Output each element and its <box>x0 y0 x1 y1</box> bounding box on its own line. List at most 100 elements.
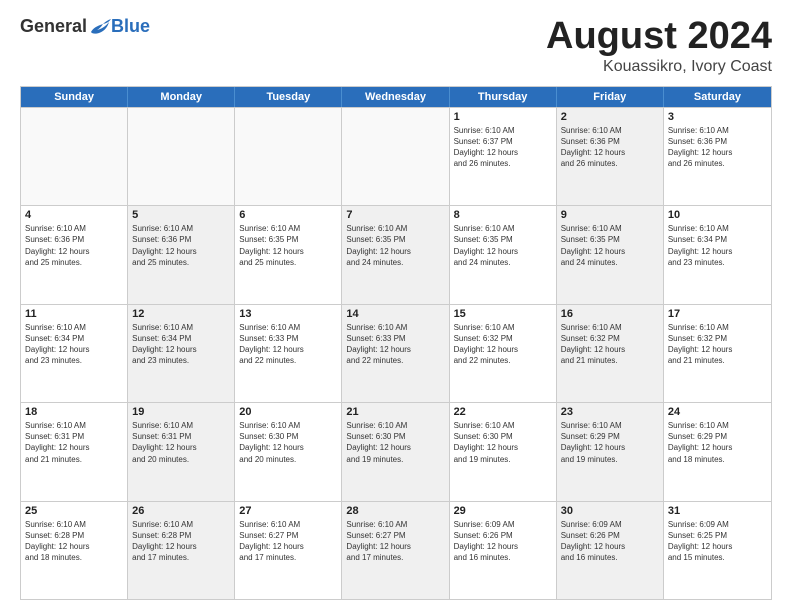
calendar-cell: 22 Sunrise: 6:10 AM Sunset: 6:30 PM Dayli… <box>450 403 557 500</box>
header: General Blue August 2024 Kouassikro, Ivo… <box>20 16 772 76</box>
weekday-header: Sunday <box>21 87 128 107</box>
day-info: Sunrise: 6:10 AM Sunset: 6:35 PM Dayligh… <box>561 223 659 268</box>
day-number: 27 <box>239 505 337 517</box>
subtitle: Kouassikro, Ivory Coast <box>546 58 772 76</box>
calendar-cell: 30 Sunrise: 6:09 AM Sunset: 6:26 PM Dayli… <box>557 502 664 599</box>
calendar-cell: 29 Sunrise: 6:09 AM Sunset: 6:26 PM Dayli… <box>450 502 557 599</box>
day-info: Sunrise: 6:10 AM Sunset: 6:29 PM Dayligh… <box>668 420 767 465</box>
weekday-header: Monday <box>128 87 235 107</box>
day-info: Sunrise: 6:09 AM Sunset: 6:26 PM Dayligh… <box>561 519 659 564</box>
day-number: 7 <box>346 209 444 221</box>
logo-general: General <box>20 16 87 37</box>
day-number: 23 <box>561 406 659 418</box>
logo-bird-icon <box>89 18 111 36</box>
calendar-cell: 8 Sunrise: 6:10 AM Sunset: 6:35 PM Daylig… <box>450 206 557 303</box>
day-info: Sunrise: 6:10 AM Sunset: 6:34 PM Dayligh… <box>132 322 230 367</box>
day-info: Sunrise: 6:10 AM Sunset: 6:30 PM Dayligh… <box>346 420 444 465</box>
calendar-cell: 17 Sunrise: 6:10 AM Sunset: 6:32 PM Dayli… <box>664 305 771 402</box>
day-info: Sunrise: 6:10 AM Sunset: 6:30 PM Dayligh… <box>239 420 337 465</box>
calendar-cell: 5Sunrise: 6:10 AM Sunset: 6:36 PM Daylig… <box>128 206 235 303</box>
day-number: 8 <box>454 209 552 221</box>
day-number: 20 <box>239 406 337 418</box>
calendar-cell: 1 Sunrise: 6:10 AM Sunset: 6:37 PM Daylig… <box>450 108 557 205</box>
calendar-cell: 12Sunrise: 6:10 AM Sunset: 6:34 PM Dayli… <box>128 305 235 402</box>
day-info: Sunrise: 6:10 AM Sunset: 6:32 PM Dayligh… <box>454 322 552 367</box>
calendar-body: 1 Sunrise: 6:10 AM Sunset: 6:37 PM Daylig… <box>21 107 771 599</box>
day-info: Sunrise: 6:10 AM Sunset: 6:34 PM Dayligh… <box>668 223 767 268</box>
day-info: Sunrise: 6:10 AM Sunset: 6:32 PM Dayligh… <box>668 322 767 367</box>
calendar-cell: 20 Sunrise: 6:10 AM Sunset: 6:30 PM Dayli… <box>235 403 342 500</box>
calendar-week: 18 Sunrise: 6:10 AM Sunset: 6:31 PM Dayli… <box>21 402 771 500</box>
day-info: Sunrise: 6:10 AM Sunset: 6:33 PM Dayligh… <box>346 322 444 367</box>
calendar-week: 11 Sunrise: 6:10 AM Sunset: 6:34 PM Dayli… <box>21 304 771 402</box>
calendar-cell: 16Sunrise: 6:10 AM Sunset: 6:32 PM Dayli… <box>557 305 664 402</box>
day-info: Sunrise: 6:09 AM Sunset: 6:25 PM Dayligh… <box>668 519 767 564</box>
calendar-cell <box>342 108 449 205</box>
day-number: 2 <box>561 111 659 123</box>
calendar-cell: 13Sunrise: 6:10 AM Sunset: 6:33 PM Dayli… <box>235 305 342 402</box>
day-number: 18 <box>25 406 123 418</box>
weekday-header: Wednesday <box>342 87 449 107</box>
calendar-cell: 15 Sunrise: 6:10 AM Sunset: 6:32 PM Dayli… <box>450 305 557 402</box>
calendar-cell: 31Sunrise: 6:09 AM Sunset: 6:25 PM Dayli… <box>664 502 771 599</box>
day-number: 24 <box>668 406 767 418</box>
day-info: Sunrise: 6:10 AM Sunset: 6:35 PM Dayligh… <box>346 223 444 268</box>
calendar-cell: 21 Sunrise: 6:10 AM Sunset: 6:30 PM Dayli… <box>342 403 449 500</box>
day-info: Sunrise: 6:10 AM Sunset: 6:31 PM Dayligh… <box>25 420 123 465</box>
day-number: 17 <box>668 308 767 320</box>
calendar-cell: 6 Sunrise: 6:10 AM Sunset: 6:35 PM Daylig… <box>235 206 342 303</box>
calendar-cell: 3 Sunrise: 6:10 AM Sunset: 6:36 PM Daylig… <box>664 108 771 205</box>
day-info: Sunrise: 6:10 AM Sunset: 6:30 PM Dayligh… <box>454 420 552 465</box>
calendar-header: SundayMondayTuesdayWednesdayThursdayFrid… <box>21 87 771 107</box>
day-number: 6 <box>239 209 337 221</box>
day-number: 21 <box>346 406 444 418</box>
day-info: Sunrise: 6:10 AM Sunset: 6:31 PM Dayligh… <box>132 420 230 465</box>
day-info: Sunrise: 6:10 AM Sunset: 6:35 PM Dayligh… <box>454 223 552 268</box>
day-number: 19 <box>132 406 230 418</box>
calendar-cell: 25Sunrise: 6:10 AM Sunset: 6:28 PM Dayli… <box>21 502 128 599</box>
day-number: 9 <box>561 209 659 221</box>
day-info: Sunrise: 6:09 AM Sunset: 6:26 PM Dayligh… <box>454 519 552 564</box>
title-section: August 2024 Kouassikro, Ivory Coast <box>546 16 772 76</box>
day-info: Sunrise: 6:10 AM Sunset: 6:36 PM Dayligh… <box>561 125 659 170</box>
calendar-cell: 27 Sunrise: 6:10 AM Sunset: 6:27 PM Dayli… <box>235 502 342 599</box>
day-number: 15 <box>454 308 552 320</box>
day-info: Sunrise: 6:10 AM Sunset: 6:36 PM Dayligh… <box>25 223 123 268</box>
calendar-cell: 24 Sunrise: 6:10 AM Sunset: 6:29 PM Dayli… <box>664 403 771 500</box>
calendar-cell: 19 Sunrise: 6:10 AM Sunset: 6:31 PM Dayli… <box>128 403 235 500</box>
day-number: 3 <box>668 111 767 123</box>
main-title: August 2024 <box>546 16 772 58</box>
day-info: Sunrise: 6:10 AM Sunset: 6:27 PM Dayligh… <box>346 519 444 564</box>
calendar-cell <box>128 108 235 205</box>
day-number: 13 <box>239 308 337 320</box>
logo: General Blue <box>20 16 150 37</box>
day-number: 1 <box>454 111 552 123</box>
day-number: 22 <box>454 406 552 418</box>
weekday-header: Thursday <box>450 87 557 107</box>
calendar-cell <box>21 108 128 205</box>
calendar-cell: 18 Sunrise: 6:10 AM Sunset: 6:31 PM Dayli… <box>21 403 128 500</box>
day-number: 25 <box>25 505 123 517</box>
calendar-week: 25Sunrise: 6:10 AM Sunset: 6:28 PM Dayli… <box>21 501 771 599</box>
day-number: 28 <box>346 505 444 517</box>
calendar-cell: 4Sunrise: 6:10 AM Sunset: 6:36 PM Daylig… <box>21 206 128 303</box>
day-info: Sunrise: 6:10 AM Sunset: 6:36 PM Dayligh… <box>668 125 767 170</box>
day-info: Sunrise: 6:10 AM Sunset: 6:37 PM Dayligh… <box>454 125 552 170</box>
day-info: Sunrise: 6:10 AM Sunset: 6:35 PM Dayligh… <box>239 223 337 268</box>
calendar-week: 1 Sunrise: 6:10 AM Sunset: 6:37 PM Daylig… <box>21 107 771 205</box>
calendar-cell: 23Sunrise: 6:10 AM Sunset: 6:29 PM Dayli… <box>557 403 664 500</box>
weekday-header: Saturday <box>664 87 771 107</box>
calendar-cell: 26Sunrise: 6:10 AM Sunset: 6:28 PM Dayli… <box>128 502 235 599</box>
day-number: 29 <box>454 505 552 517</box>
calendar-cell: 14Sunrise: 6:10 AM Sunset: 6:33 PM Dayli… <box>342 305 449 402</box>
day-number: 11 <box>25 308 123 320</box>
day-info: Sunrise: 6:10 AM Sunset: 6:27 PM Dayligh… <box>239 519 337 564</box>
day-number: 26 <box>132 505 230 517</box>
day-number: 30 <box>561 505 659 517</box>
calendar-cell: 7 Sunrise: 6:10 AM Sunset: 6:35 PM Daylig… <box>342 206 449 303</box>
calendar-cell: 28 Sunrise: 6:10 AM Sunset: 6:27 PM Dayli… <box>342 502 449 599</box>
day-info: Sunrise: 6:10 AM Sunset: 6:36 PM Dayligh… <box>132 223 230 268</box>
logo-blue: Blue <box>111 16 150 37</box>
calendar-cell: 11Sunrise: 6:10 AM Sunset: 6:34 PM Dayli… <box>21 305 128 402</box>
calendar-cell: 9 Sunrise: 6:10 AM Sunset: 6:35 PM Daylig… <box>557 206 664 303</box>
